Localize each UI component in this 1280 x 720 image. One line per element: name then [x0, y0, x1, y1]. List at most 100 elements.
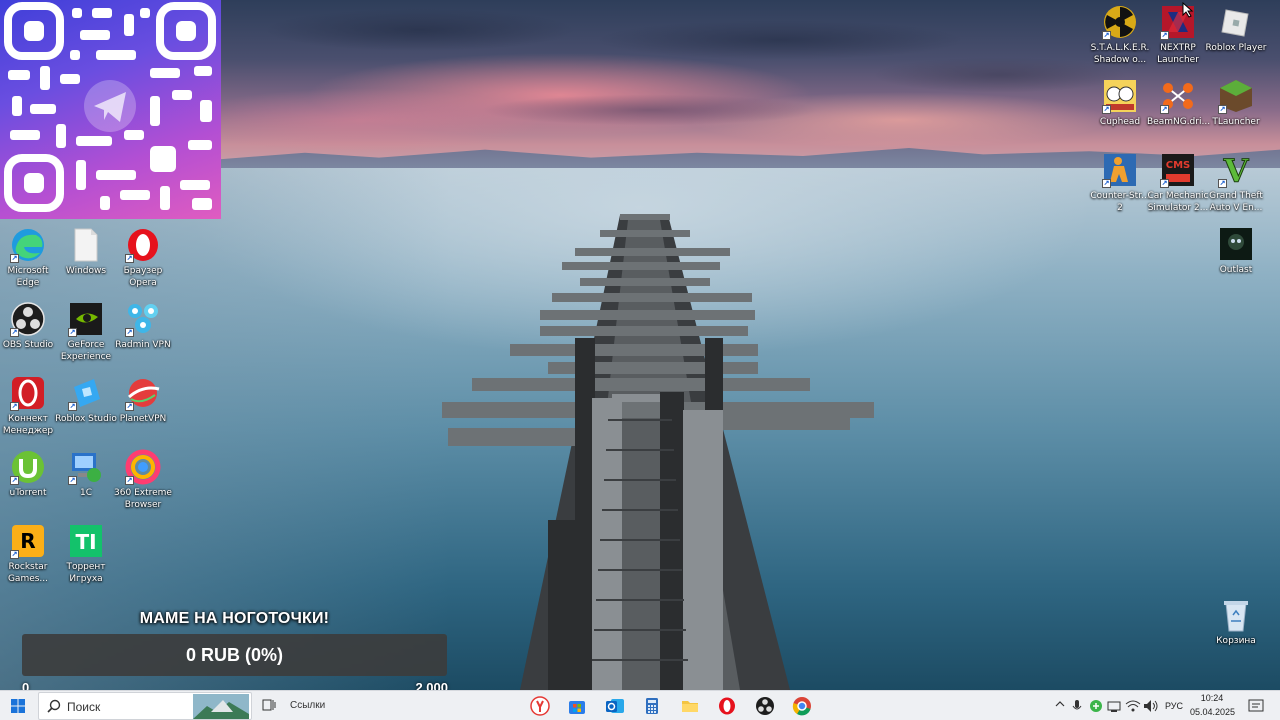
tray-app-green-icon[interactable] [1089, 699, 1103, 713]
search-icon [47, 699, 61, 713]
desktop-icon-windows[interactable]: Windows [55, 227, 117, 277]
desktop-icon-label: Grand Theft Auto V En... [1209, 191, 1263, 213]
desktop-icon-recycle-bin[interactable]: Корзина [1205, 597, 1267, 647]
desktop-icon-label: Торрент Игруха [66, 562, 106, 584]
recycle-bin-icon [1218, 597, 1254, 633]
stalker-icon: ↗ [1102, 4, 1138, 40]
desktop-icon-utorrent[interactable]: ↗ uTorrent [0, 449, 59, 499]
notifications-icon[interactable] [1248, 698, 1264, 714]
car-mechanic-icon: CMS ↗ [1160, 152, 1196, 188]
desktop-icon-label: Outlast [1219, 265, 1253, 275]
desktop-icon-label: Roblox Player [1205, 43, 1267, 53]
desktop-icon-geforce-experience[interactable]: ↗ GeForce Experience [55, 301, 117, 363]
desktop-icon-label: GeForce Experience [60, 340, 112, 362]
search-placeholder: Поиск [67, 700, 101, 714]
outlook-icon [606, 699, 624, 713]
desktop-icon-cuphead[interactable]: ↗ Cuphead [1089, 78, 1151, 128]
qr-code-panel [0, 0, 221, 219]
desktop-icon-obs-studio[interactable]: ↗ OBS Studio [0, 301, 59, 351]
connect-manager-icon: ↗ [10, 375, 46, 411]
taskbar-app-file-explorer[interactable] [680, 696, 700, 716]
task-view-icon[interactable] [262, 698, 276, 712]
chrome-icon [792, 697, 811, 716]
taskbar-app-opera[interactable] [717, 696, 737, 716]
edge-icon: ↗ [10, 227, 46, 263]
obs-icon [756, 697, 774, 715]
desktop-icon-tlauncher[interactable]: ↗ TLauncher [1205, 78, 1267, 128]
taskbar-app-obs[interactable] [755, 696, 775, 716]
start-button[interactable] [0, 691, 36, 720]
taskbar-app-yandex-browser[interactable] [530, 696, 550, 716]
desktop-icon-beamng[interactable]: ↗ BeamNG.dri... [1147, 78, 1211, 128]
desktop-icon-connect-manager[interactable]: ↗ Коннект Менеджер [0, 375, 59, 437]
360-browser-icon: ↗ [125, 449, 161, 485]
opera-icon: ↗ [125, 227, 161, 263]
donation-progress-bar: 0 RUB (0%) [22, 634, 447, 676]
desktop-icon-opera[interactable]: ↗ Браузер Opera [112, 227, 174, 289]
desktop-icon-label: S.T.A.L.K.E.R. Shadow o... [1090, 43, 1150, 65]
show-hidden-icons-chevron-icon[interactable] [1055, 699, 1065, 709]
taskbar-app-calculator[interactable] [642, 696, 662, 716]
planetvpn-icon: ↗ [125, 375, 161, 411]
nvidia-icon: ↗ [68, 301, 104, 337]
desktop-icon-outlast[interactable]: Outlast [1205, 226, 1267, 276]
cs2-icon: ↗ [1102, 152, 1138, 188]
desktop-icon-label: Car Mechanic Simulator 2... [1147, 191, 1209, 213]
opera-icon [719, 697, 735, 715]
yandex-browser-icon [530, 696, 550, 716]
desktop-icon-label: Windows [65, 266, 107, 276]
desktop-icon-label: Коннект Менеджер [2, 414, 54, 436]
desktop-icon-label: Roblox Studio [55, 414, 117, 424]
desktop-icon-roblox-player[interactable]: Roblox Player [1205, 4, 1267, 54]
desktop-icon-gta-v[interactable]: V ↗ Grand Theft Auto V En... [1205, 152, 1267, 214]
taskbar-app-store[interactable] [567, 696, 587, 716]
desktop-icon-rockstar-games[interactable]: R ↗ Rockstar Games... [0, 523, 59, 585]
taskbar-app-chrome[interactable] [792, 696, 812, 716]
windows-logo-icon [11, 699, 25, 713]
desktop-icon-1c[interactable]: ↗ 1С [55, 449, 117, 499]
beamng-icon: ↗ [1160, 78, 1196, 114]
clock-date[interactable]: 05.04.2025 [1190, 707, 1235, 717]
desktop-icon-label: TLauncher [1212, 117, 1260, 127]
desktop-icon-counter-strike-2[interactable]: ↗ Counter-Str... 2 [1089, 152, 1151, 214]
taskbar-search-box[interactable]: Поиск [38, 692, 252, 720]
desktop-icon-label: Корзина [1216, 636, 1256, 646]
desktop-icon-label: 360 Extreme Browser [114, 488, 172, 510]
desktop-icon-label: Rockstar Games... [7, 562, 49, 584]
microphone-icon[interactable] [1072, 699, 1082, 713]
radmin-icon: ↗ [125, 301, 161, 337]
qr-code-image [4, 2, 216, 212]
desktop-icon-stalker[interactable]: ↗ S.T.A.L.K.E.R. Shadow o... [1089, 4, 1151, 66]
outlast-icon [1218, 226, 1254, 262]
tlauncher-icon: ↗ [1218, 78, 1254, 114]
desktop-icon-car-mechanic-simulator[interactable]: CMS ↗ Car Mechanic Simulator 2... [1147, 152, 1209, 214]
obs-icon: ↗ [10, 301, 46, 337]
wifi-icon[interactable] [1125, 699, 1141, 713]
language-indicator[interactable]: РУС [1165, 701, 1183, 711]
file-icon [68, 227, 104, 263]
desktop-icon-label: Браузер Opera [123, 266, 163, 288]
clock-time[interactable]: 10:24 [1190, 693, 1234, 703]
desktop-icon-nextrp-launcher[interactable]: ↗ NEXTRP Launcher [1147, 4, 1209, 66]
tray-monitor-icon[interactable] [1107, 699, 1121, 713]
desktop-icon-radmin-vpn[interactable]: ↗ Radmin VPN [112, 301, 174, 351]
donation-progress-text: 0 RUB (0%) [185, 644, 283, 665]
store-icon [569, 701, 585, 714]
cuphead-icon: ↗ [1102, 78, 1138, 114]
desktop-icon-label: Counter-Str... 2 [1090, 191, 1150, 213]
file-explorer-icon [682, 701, 698, 712]
desktop-icon-planetvpn[interactable]: ↗ PlanetVPN [112, 375, 174, 425]
volume-icon[interactable] [1143, 699, 1159, 713]
svg-text:R: R [20, 529, 35, 553]
taskbar-app-outlook[interactable] [605, 696, 625, 716]
desktop-icon-label: BeamNG.dri... [1147, 117, 1211, 127]
desktop-icon-360-extreme-browser[interactable]: ↗ 360 Extreme Browser [112, 449, 174, 511]
desktop-icon-microsoft-edge[interactable]: ↗ Microsoft Edge [0, 227, 59, 289]
desktop-icon-label: Cuphead [1099, 117, 1141, 127]
desktop-icon-roblox-studio[interactable]: ↗ Roblox Studio [55, 375, 117, 425]
links-toolbar[interactable]: Ссылки [290, 700, 325, 711]
desktop-icon-label: OBS Studio [2, 340, 54, 350]
rockstar-icon: R ↗ [10, 523, 46, 559]
desktop-icon-torrent-igruha[interactable]: TI Торрент Игруха [55, 523, 117, 585]
utorrent-icon: ↗ [10, 449, 46, 485]
